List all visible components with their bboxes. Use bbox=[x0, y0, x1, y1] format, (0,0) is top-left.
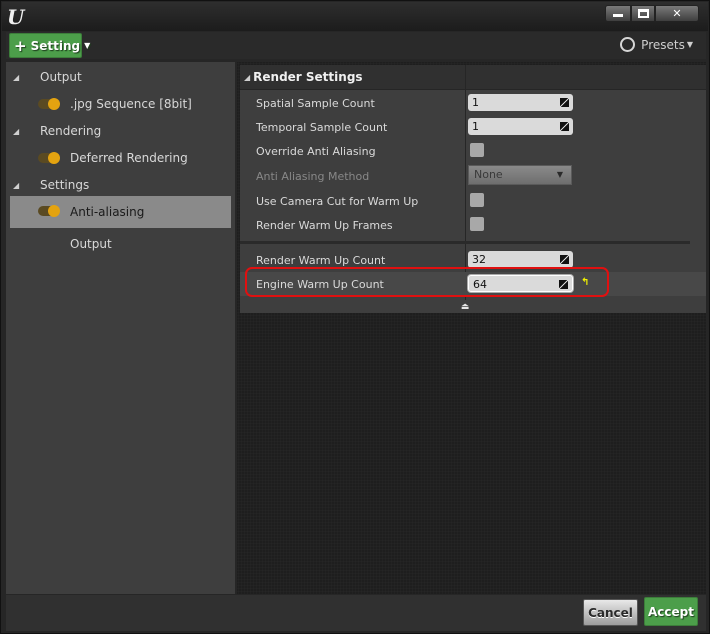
property-name: Spatial Sample Count bbox=[256, 96, 375, 110]
presets-button[interactable]: Presets ▼ bbox=[620, 37, 693, 52]
tree-item-anti-aliasing[interactable]: Anti-aliasing bbox=[10, 196, 231, 228]
accept-button[interactable]: Accept bbox=[644, 597, 698, 626]
chevron-down-icon: ▼ bbox=[556, 170, 563, 179]
input-value: 1 bbox=[472, 96, 479, 109]
spatial-sample-count-input[interactable]: 1 bbox=[468, 94, 573, 111]
close-button[interactable]: ✕ bbox=[655, 5, 699, 22]
group-label: Output bbox=[40, 70, 82, 84]
group-label: Rendering bbox=[40, 124, 102, 138]
property-name: Anti Aliasing Method bbox=[256, 169, 370, 183]
input-value: 32 bbox=[472, 253, 486, 266]
item-label: Anti-aliasing bbox=[70, 205, 145, 219]
anti-aliasing-method-dropdown[interactable]: None ▼ bbox=[468, 165, 572, 185]
chevron-down-icon: ▼ bbox=[84, 41, 91, 50]
collapse-advanced-icon[interactable]: ⏏ bbox=[459, 302, 471, 312]
settings-tree: ◢ Output .jpg Sequence [8bit] ◢ Renderin… bbox=[6, 62, 235, 594]
close-icon: ✕ bbox=[672, 7, 682, 20]
collapse-triangle-icon[interactable]: ◢ bbox=[13, 73, 19, 82]
collapse-triangle-icon[interactable]: ◢ bbox=[244, 73, 250, 82]
tree-group-output[interactable]: ◢ Output bbox=[10, 62, 231, 92]
property-name: Render Warm Up Count bbox=[256, 253, 386, 267]
tree-item-output-settings[interactable]: Output bbox=[10, 229, 231, 259]
property-row: Override Anti Aliasing bbox=[240, 139, 706, 163]
property-name: Use Camera Cut for Warm Up bbox=[256, 194, 419, 208]
details-panel-area: ◢ Render Settings Spatial Sample Count 1… bbox=[237, 62, 706, 594]
presets-icon bbox=[620, 37, 636, 52]
render-warm-up-count-input[interactable]: 32 bbox=[468, 251, 573, 268]
render-warm-up-frames-checkbox[interactable] bbox=[470, 217, 484, 231]
render-settings-window: U ✕ + Setting ▼ Presets ▼ ◢ Output .jpg … bbox=[0, 0, 710, 634]
enable-toggle[interactable] bbox=[38, 98, 60, 110]
property-row: Anti Aliasing Method None ▼ bbox=[240, 164, 706, 188]
category-header-render-settings[interactable]: ◢ Render Settings bbox=[240, 65, 706, 90]
property-name: Temporal Sample Count bbox=[256, 120, 388, 134]
property-row: Spatial Sample Count 1 bbox=[240, 91, 706, 115]
maximize-icon bbox=[637, 9, 649, 18]
input-value: 1 bbox=[472, 120, 479, 133]
category-title: Render Settings bbox=[253, 70, 363, 84]
override-anti-aliasing-checkbox[interactable] bbox=[470, 143, 484, 157]
dialog-footer: Cancel Accept bbox=[6, 595, 706, 631]
minimize-button[interactable] bbox=[605, 5, 631, 22]
enable-toggle[interactable] bbox=[38, 205, 60, 217]
property-row: Use Camera Cut for Warm Up bbox=[240, 189, 706, 213]
group-label: Settings bbox=[40, 178, 90, 192]
cancel-button[interactable]: Cancel bbox=[583, 599, 638, 626]
dropdown-value: None bbox=[474, 168, 503, 181]
presets-label: Presets bbox=[641, 37, 685, 52]
enable-toggle[interactable] bbox=[38, 152, 60, 164]
item-label: .jpg Sequence [8bit] bbox=[70, 97, 192, 111]
maximize-button[interactable] bbox=[631, 5, 655, 22]
item-label: Output bbox=[70, 237, 112, 251]
minimize-icon bbox=[613, 14, 623, 17]
drag-handle-icon[interactable] bbox=[560, 122, 569, 131]
temporal-sample-count-input[interactable]: 1 bbox=[468, 118, 573, 135]
tree-item-jpg-sequence[interactable]: .jpg Sequence [8bit] bbox=[10, 89, 231, 119]
drag-handle-icon[interactable] bbox=[560, 255, 569, 264]
property-name: Render Warm Up Frames bbox=[256, 218, 393, 232]
annotation-highlight-box bbox=[245, 267, 609, 297]
chevron-down-icon: ▼ bbox=[686, 40, 693, 49]
tree-group-rendering[interactable]: ◢ Rendering bbox=[10, 116, 231, 146]
toolbar: + Setting ▼ Presets ▼ bbox=[6, 32, 706, 59]
add-setting-button[interactable]: + Setting ▼ bbox=[9, 33, 90, 58]
property-row: Temporal Sample Count 1 bbox=[240, 115, 706, 139]
property-name: Override Anti Aliasing bbox=[256, 144, 376, 158]
use-camera-cut-checkbox[interactable] bbox=[470, 193, 484, 207]
collapse-triangle-icon[interactable]: ◢ bbox=[13, 127, 19, 136]
tree-item-deferred-rendering[interactable]: Deferred Rendering bbox=[10, 143, 231, 173]
drag-handle-icon[interactable] bbox=[560, 98, 569, 107]
property-row: Render Warm Up Frames bbox=[240, 213, 706, 237]
title-bar[interactable]: U ✕ bbox=[2, 2, 708, 31]
item-label: Deferred Rendering bbox=[70, 151, 188, 165]
window-controls: ✕ bbox=[605, 5, 699, 22]
add-setting-label: Setting bbox=[30, 38, 81, 53]
collapse-triangle-icon[interactable]: ◢ bbox=[13, 181, 19, 190]
unreal-logo-icon: U bbox=[7, 5, 25, 29]
plus-icon: + bbox=[14, 36, 27, 55]
